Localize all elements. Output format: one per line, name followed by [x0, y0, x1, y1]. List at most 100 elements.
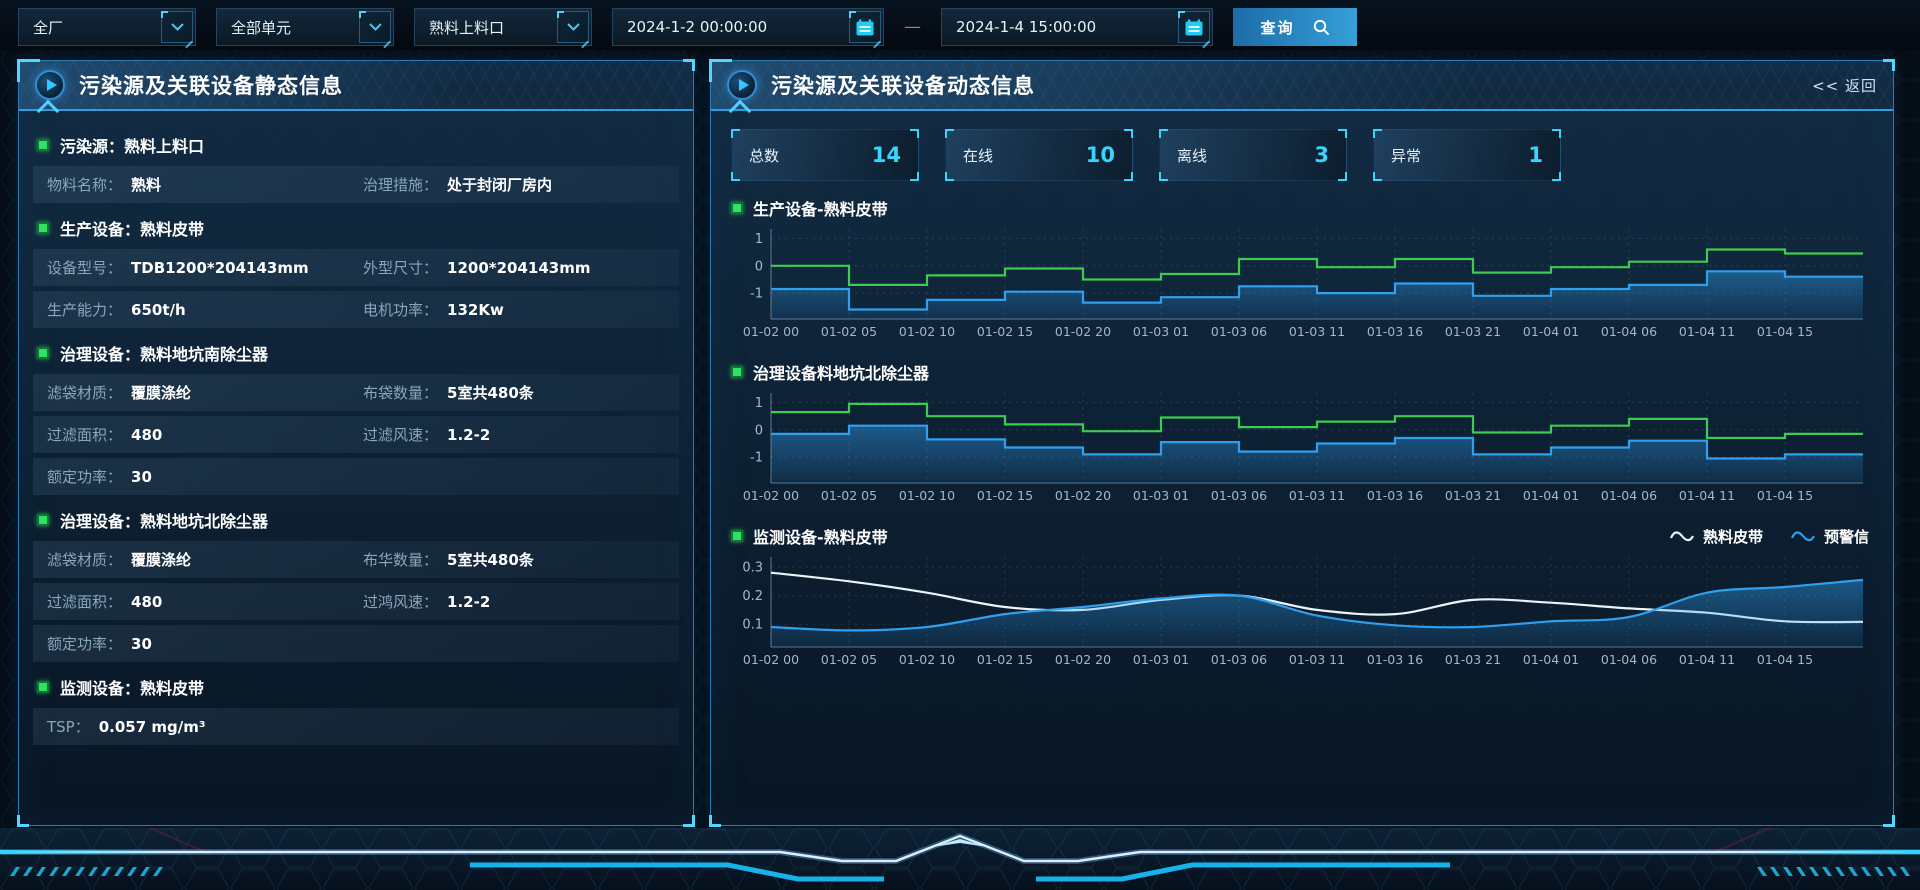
query-button[interactable]: 查询 — [1233, 8, 1357, 46]
select-plant[interactable]: 全厂 — [18, 8, 196, 46]
corner-bracket — [1373, 172, 1382, 181]
data-field: 过滤面积：480 — [47, 591, 363, 612]
x-tick-label: 01-04 06 — [1601, 324, 1657, 339]
select-unit[interactable]: 全部单元 — [216, 8, 394, 46]
field-value: 480 — [131, 426, 162, 444]
data-row: 过滤面积：480过滤风速：1.2-2 — [33, 416, 679, 453]
x-tick-label: 01-04 15 — [1757, 488, 1813, 503]
section-header-text: 监测设备：熟料皮带 — [60, 675, 204, 699]
x-tick-label: 01-02 20 — [1055, 652, 1111, 667]
field-value: 132Kw — [447, 301, 504, 319]
field-label: 额定功率： — [47, 466, 122, 487]
x-tick-label: 01-04 06 — [1601, 652, 1657, 667]
green-square-bullet — [731, 366, 743, 378]
green-square-bullet — [37, 681, 49, 693]
select-pollution-source[interactable]: 熟料上料口 — [414, 8, 592, 46]
section-header-text: 治理设备：熟料地坑北除尘器 — [60, 508, 268, 532]
date-to-value: 2024-1-4 15:00:00 — [942, 18, 1096, 36]
x-tick-label: 01-02 05 — [821, 324, 877, 339]
chart-block-2: 监测设备-熟料皮带熟料皮带预警信0.30.20.101-02 0001-02 0… — [731, 521, 1873, 673]
corner-decoration — [683, 815, 695, 827]
x-tick-label: 01-02 05 — [821, 488, 877, 503]
x-tick-label: 01-03 06 — [1211, 652, 1267, 667]
section-header: 治理设备：熟料地坑北除尘器 — [33, 500, 679, 541]
field-value: 30 — [131, 635, 152, 653]
chevron-down-icon[interactable] — [557, 11, 589, 43]
legend-item-1[interactable]: 预警信 — [1791, 526, 1869, 547]
x-tick-label: 01-02 00 — [743, 488, 799, 503]
x-tick-label: 01-04 11 — [1679, 488, 1735, 503]
data-field: 布袋数量：5室共480条 — [363, 382, 679, 403]
x-tick-label: 01-04 15 — [1757, 324, 1813, 339]
green-square-bullet — [37, 222, 49, 234]
y-tick-label: 0.1 — [742, 618, 763, 633]
select-unit-value: 全部单元 — [217, 17, 291, 38]
dynamic-info-panel: 污染源及关联设备动态信息 << 返回 总数14在线10离线3异常1 生产设备-熟… — [710, 60, 1894, 826]
corner-bracket — [1552, 172, 1561, 181]
corner-bracket — [945, 172, 954, 181]
stat-value: 14 — [872, 143, 901, 167]
select-pollution-source-value: 熟料上料口 — [415, 17, 504, 38]
x-tick-label: 01-04 01 — [1523, 488, 1579, 503]
x-tick-label: 01-03 11 — [1289, 488, 1345, 503]
data-field: 物料名称：熟料 — [47, 174, 363, 195]
play-circle-icon — [727, 70, 757, 100]
stat-value: 1 — [1528, 143, 1543, 167]
section-header: 生产设备：熟料皮带 — [33, 208, 679, 249]
x-tick-label: 01-02 15 — [977, 324, 1033, 339]
chart-svg-1: 10-101-02 0001-02 0501-02 1001-02 1501-0… — [731, 387, 1873, 509]
x-tick-label: 01-02 05 — [821, 652, 877, 667]
x-tick-label: 01-03 21 — [1445, 652, 1501, 667]
data-field: 过滤风速：1.2-2 — [363, 424, 679, 445]
corner-bracket — [1338, 129, 1347, 138]
data-field: 滤袋材质：覆膜涤纶 — [47, 549, 363, 570]
x-tick-label: 01-03 01 — [1133, 324, 1189, 339]
stat-box-0: 总数 14 — [731, 129, 919, 181]
back-link[interactable]: << 返回 — [1812, 75, 1877, 96]
date-from-input[interactable]: 2024-1-2 00:00:00 — [612, 8, 884, 46]
x-tick-label: 01-02 00 — [743, 324, 799, 339]
x-tick-label: 01-02 20 — [1055, 324, 1111, 339]
corner-bracket — [1159, 172, 1168, 181]
x-tick-label: 01-03 06 — [1211, 488, 1267, 503]
x-tick-label: 01-03 16 — [1367, 324, 1423, 339]
main-content: 污染源及关联设备静态信息 污染源：熟料上料口物料名称：熟料治理措施：处于封闭厂房… — [0, 60, 1920, 826]
chart-title-row: 监测设备-熟料皮带熟料皮带预警信 — [731, 521, 1873, 551]
static-panel-title: 污染源及关联设备静态信息 — [79, 70, 343, 100]
field-value: 5室共480条 — [447, 549, 534, 570]
field-label: 电机功率： — [363, 299, 438, 320]
field-label: 滤袋材质： — [47, 549, 122, 570]
green-square-bullet — [731, 202, 743, 214]
corner-decoration — [683, 59, 695, 71]
calendar-icon[interactable] — [849, 11, 881, 43]
series-line-1 — [771, 404, 1863, 438]
stat-box-2: 离线3 — [1159, 129, 1347, 181]
section-header-text: 治理设备：熟料地坑南除尘器 — [60, 341, 268, 365]
date-to-input[interactable]: 2024-1-4 15:00:00 — [941, 8, 1213, 46]
y-tick-label: -1 — [750, 287, 763, 302]
data-field: TSP：0.057 mg/m³ — [47, 716, 679, 737]
corner-bracket — [910, 172, 919, 181]
corner-bracket — [1124, 129, 1133, 138]
stat-label: 总数 — [749, 145, 779, 166]
x-tick-label: 01-03 16 — [1367, 488, 1423, 503]
date-range-separator: — — [904, 17, 921, 37]
field-value: 5室共480条 — [447, 382, 534, 403]
corner-bracket — [1124, 172, 1133, 181]
legend-label: 熟料皮带 — [1703, 526, 1763, 547]
field-value: 650t/h — [131, 301, 186, 319]
y-tick-label: 0.3 — [742, 561, 763, 576]
section-header-text: 污染源：熟料上料口 — [60, 133, 204, 157]
calendar-icon[interactable] — [1178, 11, 1210, 43]
legend-item-0[interactable]: 熟料皮带 — [1670, 526, 1763, 547]
play-circle-icon — [35, 70, 65, 100]
chevron-down-icon[interactable] — [161, 11, 193, 43]
chevron-down-icon[interactable] — [359, 11, 391, 43]
data-row: 物料名称：熟料治理措施：处于封闭厂房内 — [33, 166, 679, 203]
x-tick-label: 01-04 01 — [1523, 652, 1579, 667]
data-row: 额定功率：30 — [33, 625, 679, 662]
section-header-text: 生产设备：熟料皮带 — [60, 216, 204, 240]
x-tick-label: 01-02 15 — [977, 488, 1033, 503]
x-tick-label: 01-02 10 — [899, 324, 955, 339]
corner-decoration — [1883, 59, 1895, 71]
